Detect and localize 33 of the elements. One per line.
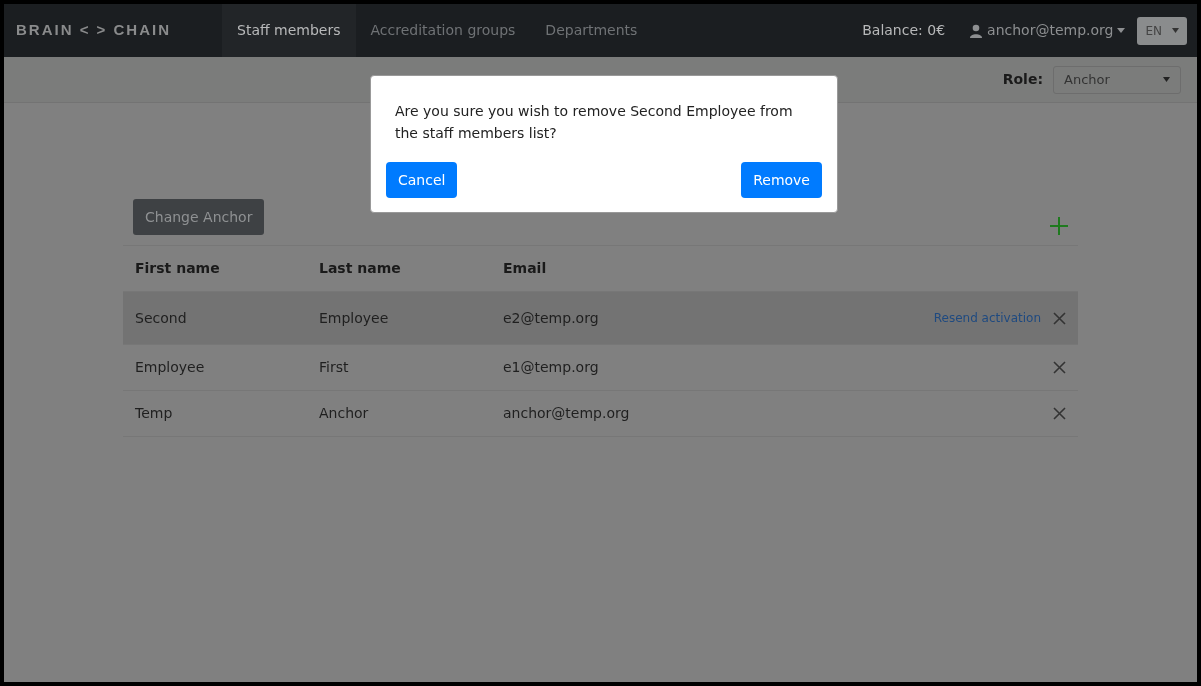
caret-icon	[1172, 28, 1179, 33]
remove-button[interactable]: Remove	[741, 162, 822, 198]
change-anchor-button[interactable]: Change Anchor	[133, 199, 265, 235]
role-select[interactable]: Anchor	[1053, 65, 1181, 94]
table-cell-text: Temp	[135, 404, 174, 423]
close-icon[interactable]	[1053, 407, 1066, 420]
caret-icon	[1117, 28, 1126, 33]
column-header: First name	[135, 259, 221, 278]
close-icon[interactable]	[1053, 361, 1066, 374]
balance-text: Balance: 0€	[862, 21, 946, 40]
language-select[interactable]: EN	[1137, 16, 1187, 45]
table-cell-text: Employee	[319, 308, 390, 328]
table-cell-text: Anchor	[319, 404, 370, 423]
cancel-button[interactable]: Cancel	[386, 162, 458, 198]
table-cell-text: anchor@temp.org	[503, 404, 631, 423]
role-label: Role:	[1002, 70, 1043, 89]
table-cell-text: e1@temp.org	[503, 358, 600, 377]
nav-tab[interactable]: Staff members	[222, 4, 356, 57]
user-menu[interactable]: anchor@temp.org	[969, 20, 1126, 41]
logo[interactable]: BRAIN < > CHAIN	[4, 19, 222, 42]
table-row[interactable]: Second Employee e2@temp.org Resend activation	[123, 292, 1078, 345]
table-cell-text: Employee	[135, 358, 206, 377]
dialog-message: Are you sure you wish to remove Second Employee from the staff members list?	[394, 102, 794, 143]
nav-tab[interactable]: Accreditation groups	[355, 4, 531, 57]
person-icon	[969, 23, 984, 38]
caret-icon	[1163, 77, 1170, 82]
nav-tab[interactable]: Departments	[530, 4, 653, 57]
column-header: Email	[503, 259, 547, 278]
close-icon[interactable]	[1053, 311, 1066, 325]
table-cell-text: First	[319, 358, 350, 377]
table-cell-text: e2@temp.org	[503, 308, 600, 328]
table-cell-text: Second	[135, 308, 188, 328]
column-header: Last name	[319, 259, 402, 278]
